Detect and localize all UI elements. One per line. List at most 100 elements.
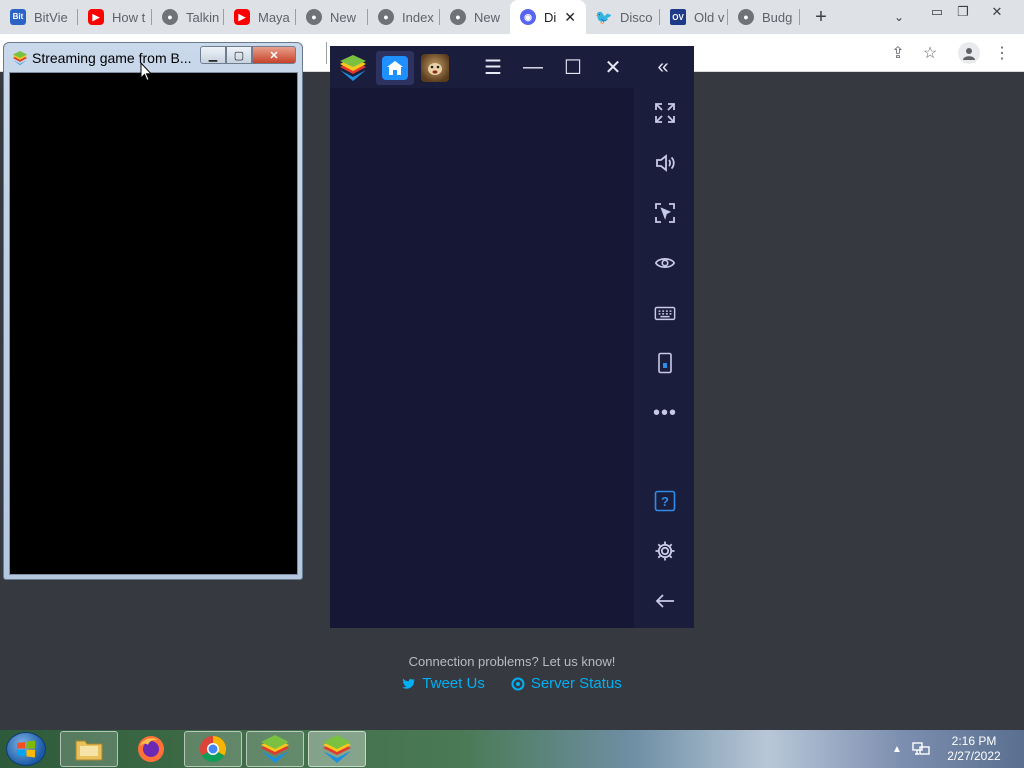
tab-search-chevron-icon[interactable]: ⌄ bbox=[886, 0, 912, 34]
tab-talking[interactable]: ● Talkin bbox=[152, 0, 224, 34]
tweet-us-link[interactable]: Tweet Us bbox=[402, 675, 485, 692]
server-status-label: Server Status bbox=[530, 675, 622, 692]
rotate-device-icon[interactable] bbox=[654, 352, 676, 374]
tab-title: New bbox=[474, 9, 501, 25]
minimize-icon[interactable]: — bbox=[520, 54, 546, 80]
tab-title: New bbox=[330, 9, 357, 25]
ov-icon: OV bbox=[670, 9, 686, 25]
firefox-taskbar-button[interactable] bbox=[122, 731, 180, 767]
game-tab[interactable] bbox=[416, 51, 454, 85]
fullscreen-icon[interactable] bbox=[654, 102, 676, 124]
toolbar-divider bbox=[326, 42, 327, 64]
tab-index[interactable]: ● Index bbox=[368, 0, 440, 34]
windows-taskbar: ▲ 2:16 PM 2/27/2022 bbox=[0, 730, 1024, 768]
collapse-sidebar-icon[interactable]: « bbox=[650, 54, 676, 80]
show-hidden-icons-arrow-icon[interactable]: ▲ bbox=[892, 730, 902, 768]
connection-problems-text: Connection problems? Let us know! bbox=[408, 654, 616, 669]
home-icon bbox=[382, 56, 408, 80]
maximize-button[interactable]: ▢ bbox=[226, 46, 252, 64]
globe-icon: ● bbox=[162, 9, 178, 25]
bluestacks-titlebar: ☰ — ☐ ✕ « bbox=[330, 46, 694, 88]
close-button[interactable]: ✕ bbox=[252, 46, 296, 64]
youtube-icon: ▶ bbox=[88, 9, 104, 25]
bluestacks-taskbar-button[interactable] bbox=[246, 731, 304, 767]
svg-text:?: ? bbox=[661, 494, 669, 509]
restore-icon[interactable]: ❐ bbox=[948, 2, 978, 22]
back-arrow-icon[interactable] bbox=[654, 590, 676, 612]
tab-budget[interactable]: ● Budg bbox=[728, 0, 800, 34]
tab-title: Maya bbox=[258, 9, 290, 25]
browser-tabstrip: Bit BitVie ▶ How t ● Talkin ▶ Maya ● New… bbox=[0, 0, 1024, 34]
emulator-screen[interactable] bbox=[330, 88, 634, 628]
status-icon bbox=[511, 677, 525, 690]
twitter-icon: 🐦 bbox=[595, 8, 613, 25]
home-tab[interactable] bbox=[376, 51, 414, 85]
folder-icon bbox=[75, 740, 103, 761]
help-icon[interactable]: ? bbox=[654, 490, 676, 512]
close-tab-icon[interactable]: ✕ bbox=[564, 9, 576, 26]
bluestacks-logo-icon[interactable] bbox=[334, 51, 372, 85]
globe-icon: ● bbox=[378, 9, 394, 25]
file-explorer-taskbar-button[interactable] bbox=[60, 731, 118, 767]
tab-title: BitVie bbox=[34, 9, 68, 25]
server-status-link[interactable]: Server Status bbox=[511, 675, 622, 692]
streaming-video-area[interactable] bbox=[9, 72, 298, 575]
tab-twitter[interactable]: 🐦 Disco bbox=[586, 0, 660, 34]
volume-icon[interactable] bbox=[654, 152, 676, 174]
talking-dog-app-icon bbox=[421, 54, 449, 82]
tab-discord-active[interactable]: ◉ Di ✕ bbox=[510, 0, 586, 34]
tab-new-2[interactable]: ● New bbox=[440, 0, 510, 34]
tab-old-v[interactable]: OV Old v bbox=[660, 0, 728, 34]
tab-new-1[interactable]: ● New bbox=[296, 0, 368, 34]
clock-time: 2:16 PM bbox=[951, 734, 997, 748]
firefox-icon bbox=[138, 736, 164, 762]
minimize-button[interactable]: ▁ bbox=[200, 46, 226, 64]
clock-date: 2/27/2022 bbox=[947, 749, 1001, 763]
profile-avatar-icon[interactable] bbox=[958, 42, 980, 64]
bluestacks-logo-icon bbox=[13, 51, 27, 65]
tab-title: How t bbox=[112, 9, 146, 25]
maximize-icon[interactable]: ☐ bbox=[560, 54, 586, 80]
keyboard-icon[interactable] bbox=[654, 302, 676, 324]
bluestacks-sidebar: ••• ? bbox=[634, 88, 694, 628]
tab-title: Di bbox=[544, 9, 557, 25]
new-tab-plus-icon[interactable]: + bbox=[808, 0, 834, 34]
bluestacks-window: ☰ — ☐ ✕ « ••• ? bbox=[330, 46, 694, 628]
globe-icon: ● bbox=[450, 9, 466, 25]
twitter-icon bbox=[402, 678, 416, 689]
tab-title: Budg bbox=[762, 9, 793, 25]
start-button-windows-icon[interactable] bbox=[6, 732, 46, 766]
system-clock[interactable]: 2:16 PM 2/27/2022 bbox=[936, 734, 1012, 764]
tab-title: Index bbox=[402, 9, 434, 25]
tab-title: Old v bbox=[694, 9, 725, 25]
connection-links: Tweet Us Server Status bbox=[330, 675, 694, 692]
hamburger-menu-icon[interactable]: ☰ bbox=[480, 54, 506, 80]
tab-bitview[interactable]: Bit BitVie bbox=[0, 0, 78, 34]
settings-gear-icon[interactable] bbox=[654, 540, 676, 562]
tab-youtube-maya[interactable]: ▶ Maya bbox=[224, 0, 296, 34]
chrome-icon bbox=[199, 735, 227, 763]
chrome-taskbar-button[interactable] bbox=[184, 731, 242, 767]
bluestacks-icon bbox=[261, 735, 289, 763]
bitview-icon: Bit bbox=[10, 9, 26, 25]
mouse-cursor-icon bbox=[140, 62, 152, 82]
network-icon[interactable] bbox=[912, 730, 930, 768]
tab-separator bbox=[799, 9, 800, 25]
close-icon[interactable]: ✕ bbox=[600, 54, 626, 80]
tab-title: Disco bbox=[620, 9, 653, 25]
close-window-icon[interactable]: ✕ bbox=[982, 2, 1012, 22]
globe-icon: ● bbox=[306, 9, 322, 25]
streaming-window-title: Streaming game from B... bbox=[32, 50, 192, 66]
bluestacks-stream-taskbar-button[interactable] bbox=[308, 731, 366, 767]
share-icon[interactable]: ⇪ bbox=[888, 43, 908, 63]
eye-icon[interactable] bbox=[654, 252, 676, 274]
globe-icon: ● bbox=[738, 9, 754, 25]
tab-youtube-howto[interactable]: ▶ How t bbox=[78, 0, 152, 34]
streaming-game-window: Streaming game from B... ▁ ▢ ✕ bbox=[3, 42, 303, 580]
more-options-icon[interactable]: ••• bbox=[653, 402, 676, 424]
bookmark-star-icon[interactable]: ☆ bbox=[920, 43, 940, 63]
pointer-lock-icon[interactable] bbox=[654, 202, 676, 224]
youtube-icon: ▶ bbox=[234, 9, 250, 25]
menu-kebab-icon[interactable]: ⋮ bbox=[992, 43, 1012, 63]
bluestacks-icon bbox=[323, 735, 351, 763]
